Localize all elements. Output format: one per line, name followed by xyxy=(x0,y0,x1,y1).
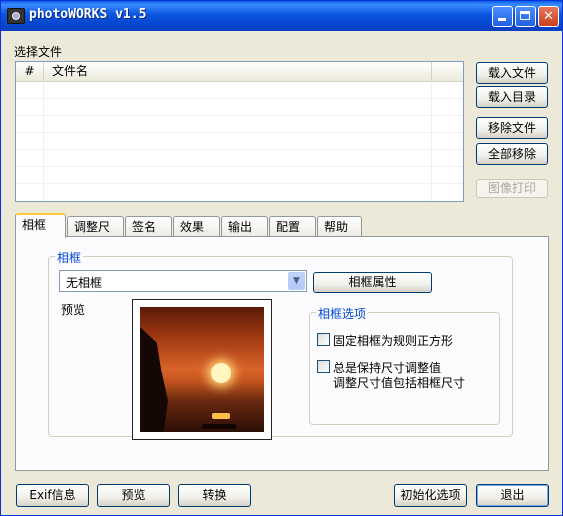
minimize-button[interactable] xyxy=(492,6,513,27)
column-header-filler xyxy=(432,62,463,81)
tab-strip: 相框 调整尺寸 签名 效果 输出 配置 帮助 xyxy=(15,213,555,254)
sun xyxy=(211,363,231,383)
keep-resize-checkbox[interactable] xyxy=(317,360,330,373)
frame-select[interactable]: 无相框 ▼ xyxy=(59,270,307,292)
grid-line xyxy=(16,166,463,167)
reset-options-button[interactable]: 初始化选项 xyxy=(394,484,467,507)
maximize-button[interactable] xyxy=(515,6,536,27)
tab-resize[interactable]: 调整尺寸 xyxy=(67,216,124,254)
column-header-number[interactable]: # xyxy=(16,62,44,81)
select-files-label: 选择文件 xyxy=(14,45,63,59)
column-header-filename[interactable]: 文件名 xyxy=(44,62,432,81)
minimize-icon xyxy=(498,18,506,21)
camera-icon xyxy=(7,8,25,24)
grid-line xyxy=(16,115,463,116)
chevron-down-icon[interactable]: ▼ xyxy=(288,272,305,290)
grid-line xyxy=(16,149,463,150)
sunset-preview-image xyxy=(140,307,264,432)
frame-properties-button[interactable]: 相框属性 xyxy=(313,272,432,293)
close-icon: ✕ xyxy=(543,9,554,24)
square-frame-checkbox[interactable] xyxy=(317,333,330,346)
preview-label: 预览 xyxy=(61,303,86,317)
window-title: photoWORKS v1.5 xyxy=(29,7,147,22)
tab-help[interactable]: 帮助 xyxy=(317,216,362,237)
square-frame-label: 固定相框为规则正方形 xyxy=(333,334,454,348)
tab-config[interactable]: 配置 xyxy=(269,216,316,237)
load-directory-button[interactable]: 载入目录 xyxy=(476,86,548,108)
include-frame-size-label: 调整尺寸值包括相框尺寸 xyxy=(333,376,466,390)
preview-button[interactable]: 预览 xyxy=(97,484,170,507)
frame-select-value: 无相框 xyxy=(66,276,103,290)
tab-frame[interactable]: 相框 xyxy=(15,213,66,238)
remove-file-button[interactable]: 移除文件 xyxy=(476,117,548,139)
title-bar[interactable]: photoWORKS v1.5 ✕ xyxy=(1,1,562,31)
sun-reflection xyxy=(212,413,230,419)
grid-line xyxy=(16,98,463,99)
file-list[interactable]: # 文件名 xyxy=(15,61,464,202)
tab-signature[interactable]: 签名 xyxy=(125,216,172,237)
tab-output[interactable]: 输出 xyxy=(221,216,268,237)
maximize-icon xyxy=(520,11,530,20)
grid-line xyxy=(16,132,463,133)
rock-silhouette xyxy=(140,327,168,432)
exit-button[interactable]: 退出 xyxy=(476,484,549,507)
frame-options-title: 相框选项 xyxy=(316,305,369,322)
exif-info-button[interactable]: Exif信息 xyxy=(16,484,89,507)
frame-group-title: 相框 xyxy=(55,249,84,266)
close-button[interactable]: ✕ xyxy=(538,6,559,27)
load-file-button[interactable]: 载入文件 xyxy=(476,62,548,84)
grid-line xyxy=(16,183,463,184)
remove-all-button[interactable]: 全部移除 xyxy=(476,143,548,165)
boat-silhouette xyxy=(202,424,236,429)
print-image-button[interactable]: 图像打印 xyxy=(476,179,548,198)
app-window: photoWORKS v1.5 ✕ 选择文件 # 文件名 载入文件 载入目录 移… xyxy=(0,0,563,516)
tab-effects[interactable]: 效果 xyxy=(173,216,220,237)
file-list-header: # 文件名 xyxy=(16,62,463,82)
convert-button[interactable]: 转换 xyxy=(178,484,251,507)
preview-box xyxy=(132,299,272,440)
